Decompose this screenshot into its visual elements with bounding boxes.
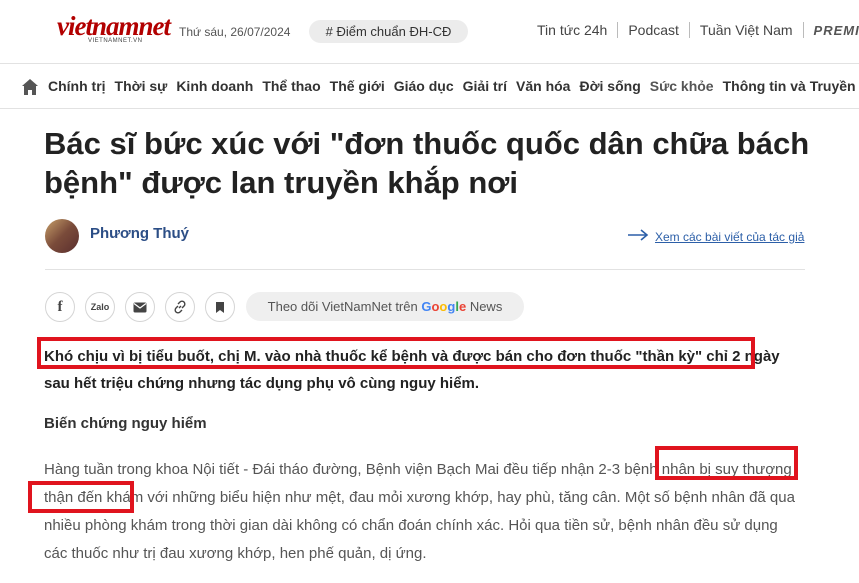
nav-item-chinh-tri[interactable]: Chính trị	[48, 78, 106, 94]
facebook-icon: f	[57, 298, 63, 315]
more-by-author-link[interactable]: Xem các bài viết của tác giả	[655, 230, 804, 244]
logo-subtext: VIETNAMNET.VN	[88, 38, 143, 44]
bookmark-button[interactable]	[205, 292, 235, 322]
home-icon[interactable]	[21, 78, 39, 96]
header-divider	[0, 63, 859, 64]
arrow-right-icon	[628, 229, 649, 241]
nav-item-thoi-su[interactable]: Thời sự	[115, 78, 168, 94]
highlight-box-patients	[655, 446, 798, 480]
main-nav: Chính trị Thời sự Kinh doanh Thể thao Th…	[48, 78, 859, 94]
zalo-icon: Zalo	[90, 302, 110, 312]
google-letter: G	[421, 299, 432, 314]
follow-google-news-button[interactable]: Theo dõi VietNamNet trên Google News	[246, 292, 524, 321]
author-divider	[45, 269, 805, 270]
nav-item-kinh-doanh[interactable]: Kinh doanh	[176, 78, 253, 94]
top-links: Tin tức 24h Podcast Tuần Việt Nam PREMIU…	[537, 22, 859, 38]
nav-item-thong-tin-truyen-thong[interactable]: Thông tin và Truyền thông	[723, 78, 859, 94]
link-podcast[interactable]: Podcast	[628, 22, 679, 38]
logo-text: vietnamnet	[57, 11, 171, 41]
zalo-share-button[interactable]: Zalo	[85, 292, 115, 322]
link-icon	[174, 300, 186, 314]
google-letter: e	[458, 299, 467, 314]
divider	[617, 22, 619, 38]
nav-item-giao-duc[interactable]: Giáo dục	[394, 78, 454, 94]
nav-item-the-thao[interactable]: Thể thao	[262, 78, 320, 94]
divider	[688, 22, 690, 38]
nav-item-the-gioi[interactable]: Thế giới	[330, 78, 385, 94]
copy-link-button[interactable]	[165, 292, 195, 322]
facebook-share-button[interactable]: f	[45, 292, 75, 322]
google-logo-icon: Google	[421, 299, 466, 314]
nav-item-doi-song[interactable]: Đời sống	[579, 78, 640, 94]
trending-tag[interactable]: # Điểm chuẩn ĐH-CĐ	[309, 20, 468, 43]
divider	[802, 22, 804, 38]
news-label: News	[469, 299, 503, 314]
highlight-box-adrenal	[28, 481, 134, 513]
author-name[interactable]: Phương Thuý	[90, 225, 189, 242]
link-tin-tuc-24h[interactable]: Tin tức 24h	[537, 22, 607, 38]
email-share-button[interactable]	[125, 292, 155, 322]
section-heading: Biến chứng nguy hiểm	[44, 415, 207, 432]
bookmark-icon	[216, 301, 224, 313]
highlight-box-lead	[37, 337, 755, 369]
follow-text: Theo dõi VietNamNet trên	[267, 299, 418, 314]
author-avatar[interactable]	[45, 219, 79, 253]
nav-divider	[0, 108, 859, 109]
premium-link[interactable]: PREMIUM	[814, 23, 859, 38]
nav-item-giai-tri[interactable]: Giải trí	[463, 78, 507, 94]
article-title: Bác sĩ bức xúc với "đơn thuốc quốc dân c…	[44, 126, 810, 200]
link-tuan-viet-nam[interactable]: Tuần Việt Nam	[700, 22, 793, 38]
mail-icon	[133, 302, 147, 312]
vietnamnet-logo[interactable]: vietnamnet VIETNAMNET.VN	[57, 12, 171, 46]
current-date: Thứ sáu, 26/07/2024	[179, 25, 291, 39]
nav-item-van-hoa[interactable]: Văn hóa	[516, 78, 570, 94]
nav-item-suc-khoe[interactable]: Sức khỏe	[650, 78, 714, 94]
